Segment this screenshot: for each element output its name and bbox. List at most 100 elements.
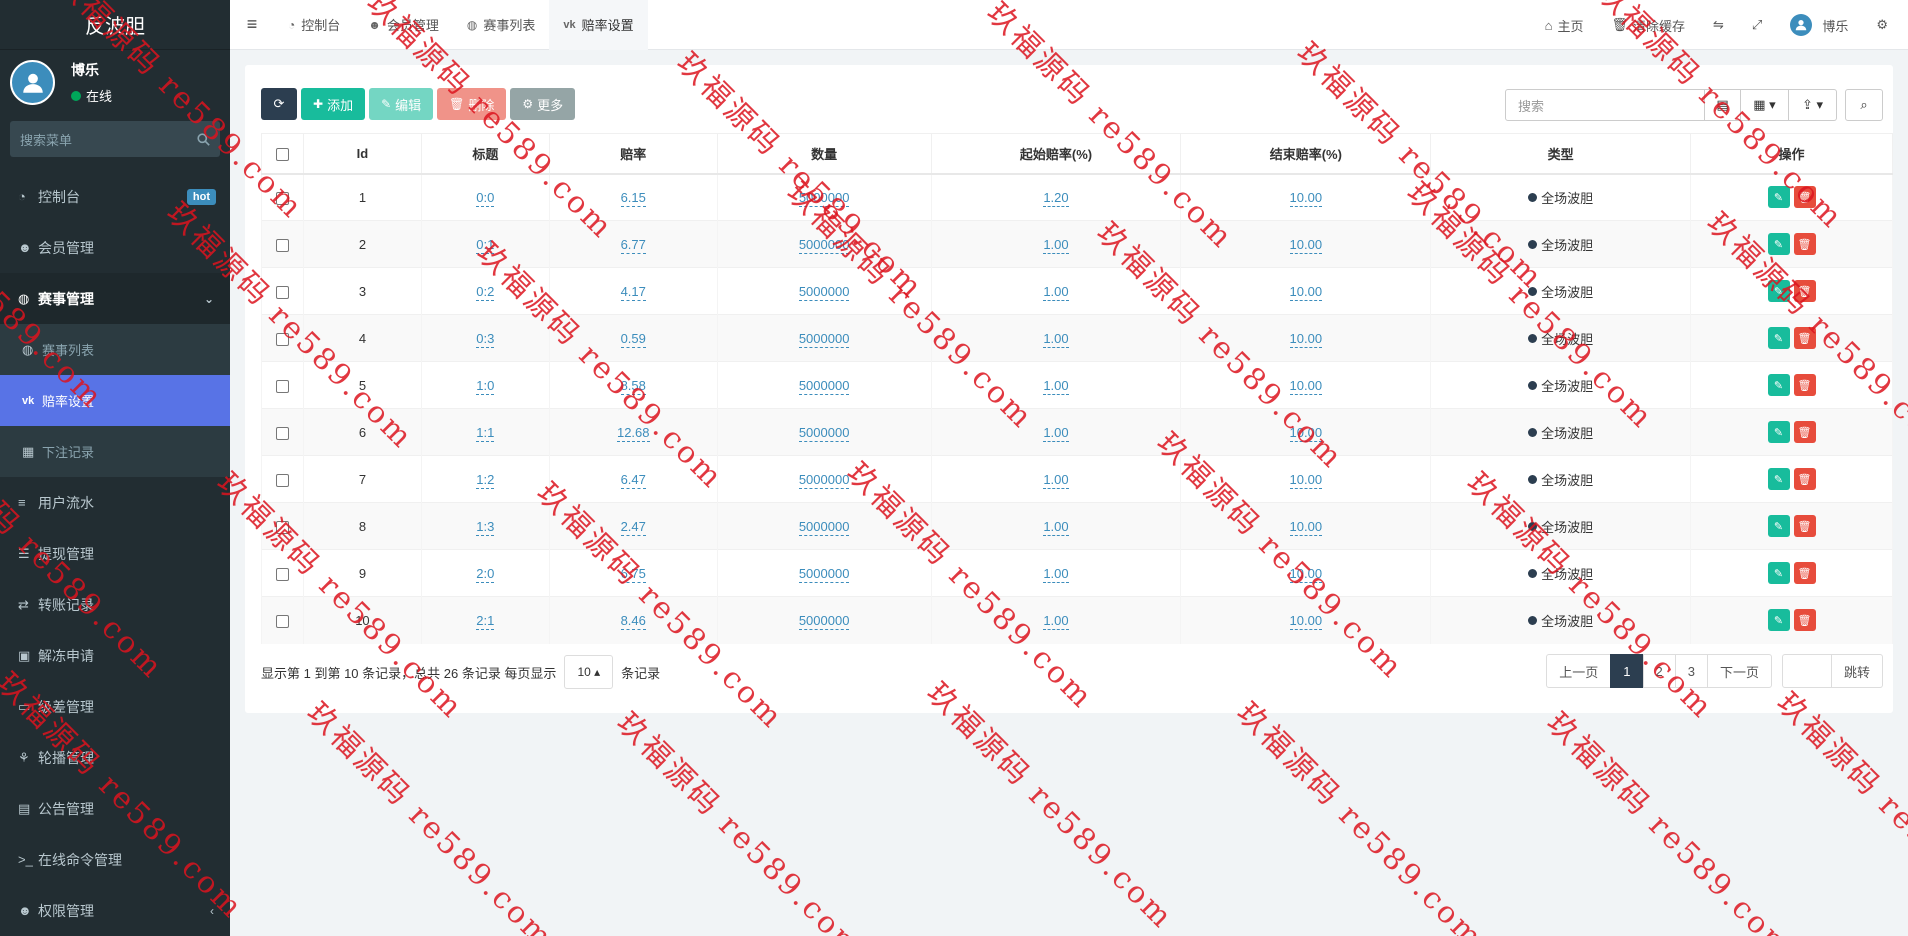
table-row[interactable]: 6 1:1 12.68 5000000 1.00 10.00 全场波胆 ✎ 🗑 (261, 408, 1893, 456)
sidebar-item-user-flow[interactable]: ≡ 用户流水 (0, 477, 230, 528)
table-search-input[interactable]: 搜索 (1505, 89, 1705, 121)
row-edit-button[interactable]: ✎ (1767, 468, 1790, 490)
column-header[interactable]: 类型 (1430, 133, 1692, 175)
row-checkbox[interactable] (275, 191, 289, 205)
row-delete-button[interactable]: 🗑 (1793, 186, 1816, 209)
row-select-cell[interactable] (261, 314, 304, 362)
sidebar-item-permissions[interactable]: ☻ 权限管理 ‹ (0, 885, 230, 936)
row-select-cell[interactable] (261, 267, 304, 315)
odds-editable[interactable]: 6.15 (620, 189, 646, 207)
odds-editable[interactable]: 0.59 (620, 330, 646, 348)
odds-editable[interactable]: 8.46 (620, 612, 646, 630)
add-button[interactable]: ✚ 添加 (301, 88, 366, 120)
row-checkbox[interactable] (275, 332, 289, 346)
title-editable[interactable]: 1:3 (476, 518, 495, 536)
row-checkbox[interactable] (275, 379, 289, 393)
start-odds-editable[interactable]: 1.00 (1043, 518, 1069, 536)
page-button[interactable]: 1 (1610, 654, 1644, 688)
settings-gear-icon[interactable]: ⚙ (1876, 17, 1888, 33)
column-header[interactable]: Id (302, 133, 422, 175)
start-odds-editable[interactable]: 1.00 (1043, 612, 1069, 630)
refresh-button[interactable]: ⟳ (261, 88, 297, 120)
tab-odds-settings[interactable]: vk 赔率设置 (549, 0, 648, 50)
menu-toggle-icon[interactable]: ≡ (230, 0, 274, 50)
odds-editable[interactable]: 8.58 (620, 377, 646, 395)
sidebar-item-odds-settings[interactable]: vk 赔率设置 (0, 375, 230, 426)
start-odds-editable[interactable]: 1.00 (1043, 471, 1069, 489)
column-header[interactable]: 结束赔率(%) (1180, 133, 1432, 175)
fullscreen-icon[interactable]: ⤢ (1752, 17, 1762, 33)
row-select-cell[interactable] (261, 502, 304, 550)
qty-editable[interactable]: 5000000 (798, 518, 850, 536)
row-delete-button[interactable]: 🗑 (1793, 609, 1816, 632)
row-edit-button[interactable]: ✎ (1767, 327, 1790, 349)
start-odds-editable[interactable]: 1.00 (1043, 330, 1069, 348)
select-all-header[interactable] (261, 133, 304, 175)
clear-cache-button[interactable]: 🗑 清除缓存 (1611, 16, 1685, 35)
qty-editable[interactable]: 5000000 (798, 377, 850, 395)
row-select-cell[interactable] (261, 173, 304, 221)
title-editable[interactable]: 2:1 (476, 612, 495, 630)
select-all-checkbox[interactable] (275, 147, 289, 161)
title-editable[interactable]: 0:0 (476, 189, 495, 207)
row-select-cell[interactable] (261, 220, 304, 268)
row-edit-button[interactable]: ✎ (1767, 421, 1790, 443)
title-editable[interactable]: 0:3 (476, 330, 495, 348)
sidebar-item-withdraw[interactable]: ☰ 提现管理 (0, 528, 230, 579)
sidebar-item-dashboard[interactable]: ◔ 控制台 hot (0, 171, 230, 222)
language-icon[interactable]: ⇋ (1713, 17, 1724, 33)
end-odds-editable[interactable]: 10.00 (1289, 424, 1323, 442)
tab-dashboard[interactable]: ◔ 控制台 (274, 0, 354, 50)
end-odds-editable[interactable]: 10.00 (1289, 330, 1323, 348)
sidebar-item-notice[interactable]: ▤ 公告管理 (0, 783, 230, 834)
qty-editable[interactable]: 5000000 (798, 424, 850, 442)
table-row[interactable]: 3 0:2 4.17 5000000 1.00 10.00 全场波胆 ✎ 🗑 (261, 267, 1893, 315)
end-odds-editable[interactable]: 10.00 (1289, 565, 1323, 583)
row-edit-button[interactable]: ✎ (1767, 515, 1790, 537)
row-select-cell[interactable] (261, 596, 304, 644)
sidebar-item-carousel[interactable]: ⚘ 轮播管理 (0, 732, 230, 783)
row-delete-button[interactable]: 🗑 (1793, 374, 1816, 396)
column-header[interactable]: 数量 (716, 133, 932, 175)
row-delete-button[interactable]: 🗑 (1793, 280, 1816, 302)
user-menu[interactable]: 博乐 (1790, 14, 1848, 36)
prev-page-button[interactable]: 上一页 (1546, 654, 1612, 688)
end-odds-editable[interactable]: 10.00 (1289, 471, 1323, 489)
qty-editable[interactable]: 5000000 (798, 283, 850, 301)
table-row[interactable]: 4 0:3 0.59 5000000 1.00 10.00 全场波胆 ✎ 🗑 (261, 314, 1893, 362)
end-odds-editable[interactable]: 10.00 (1289, 612, 1323, 630)
sidebar-item-events[interactable]: ◍ 赛事管理 ⌄ (0, 273, 230, 324)
row-delete-button[interactable]: 🗑 (1793, 327, 1816, 349)
sidebar-item-event-list[interactable]: ◍ 赛事列表 (0, 324, 230, 375)
start-odds-editable[interactable]: 1.00 (1043, 565, 1069, 583)
title-editable[interactable]: 0:1 (476, 236, 495, 254)
table-row[interactable]: 8 1:3 2.47 5000000 1.00 10.00 全场波胆 ✎ 🗑 (261, 502, 1893, 550)
title-editable[interactable]: 2:0 (476, 565, 495, 583)
start-odds-editable[interactable]: 1.20 (1043, 189, 1069, 207)
page-button[interactable]: 3 (1674, 654, 1708, 688)
row-checkbox[interactable] (275, 473, 289, 487)
qty-editable[interactable]: 5000000 (798, 330, 850, 348)
end-odds-editable[interactable]: 10.00 (1289, 377, 1323, 395)
row-delete-button[interactable]: 🗑 (1793, 562, 1816, 584)
column-header[interactable]: 起始赔率(%) (930, 133, 1182, 175)
row-select-cell[interactable] (261, 549, 304, 597)
sidebar-item-members[interactable]: ☻ 会员管理 (0, 222, 230, 273)
column-header[interactable]: 赔率 (548, 133, 718, 175)
end-odds-editable[interactable]: 10.00 (1289, 236, 1323, 254)
table-row[interactable]: 9 2:0 6.75 5000000 1.00 10.00 全场波胆 ✎ 🗑 (261, 549, 1893, 597)
app-logo[interactable]: 反波胆 (0, 0, 230, 50)
sidebar-item-unfreeze[interactable]: ▣ 解冻申请 (0, 630, 230, 681)
sidebar-search-input[interactable]: 搜索菜单 (10, 121, 220, 157)
odds-editable[interactable]: 12.68 (616, 424, 650, 442)
table-row[interactable]: 2 0:1 6.77 5000000 1.00 10.00 全场波胆 ✎ 🗑 (261, 220, 1893, 268)
toggle-view-button[interactable]: ▤ (1705, 89, 1741, 121)
delete-button[interactable]: 🗑 删除 (437, 88, 507, 120)
row-checkbox[interactable] (275, 285, 289, 299)
end-odds-editable[interactable]: 10.00 (1289, 283, 1323, 301)
edit-button[interactable]: ✎ 编辑 (369, 88, 434, 120)
row-checkbox[interactable] (275, 426, 289, 440)
row-edit-button[interactable]: ✎ (1767, 280, 1790, 302)
start-odds-editable[interactable]: 1.00 (1043, 283, 1069, 301)
sidebar-item-command[interactable]: >_ 在线命令管理 (0, 834, 230, 885)
